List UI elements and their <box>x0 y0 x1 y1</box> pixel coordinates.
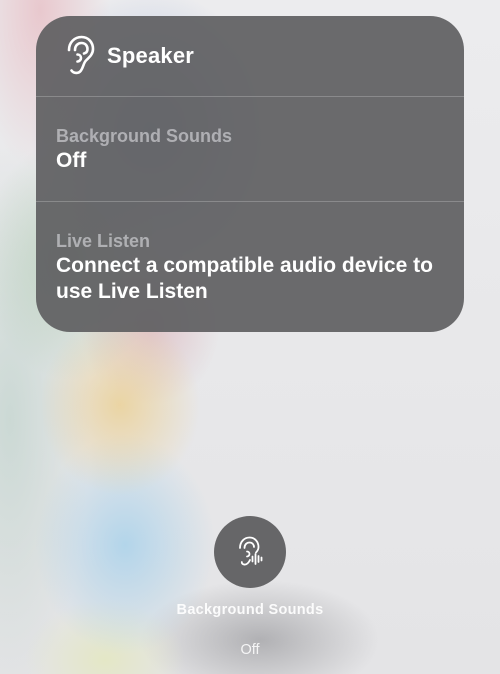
live-listen-label: Live Listen <box>56 231 151 251</box>
live-listen-row[interactable]: Live Listen Connect a compatible audio d… <box>36 202 464 305</box>
hearing-panel: Speaker Background Sounds Off Live Liste… <box>36 16 464 332</box>
background-sounds-value: Off <box>56 149 87 172</box>
live-listen-value: Connect a compatible audio device to use… <box>56 254 433 303</box>
background-sounds-button[interactable] <box>214 516 286 588</box>
panel-header: Speaker <box>36 16 464 97</box>
ear-waveform-icon <box>239 536 263 566</box>
background-sounds-label: Background Sounds <box>56 126 233 146</box>
background-sounds-button-state: Off <box>240 642 260 658</box>
background-sounds-row[interactable]: Background Sounds Off <box>36 97 464 202</box>
panel-title: Speaker <box>107 43 195 68</box>
background-sounds-button-label: Background Sounds <box>176 602 324 618</box>
ear-icon <box>67 35 95 75</box>
